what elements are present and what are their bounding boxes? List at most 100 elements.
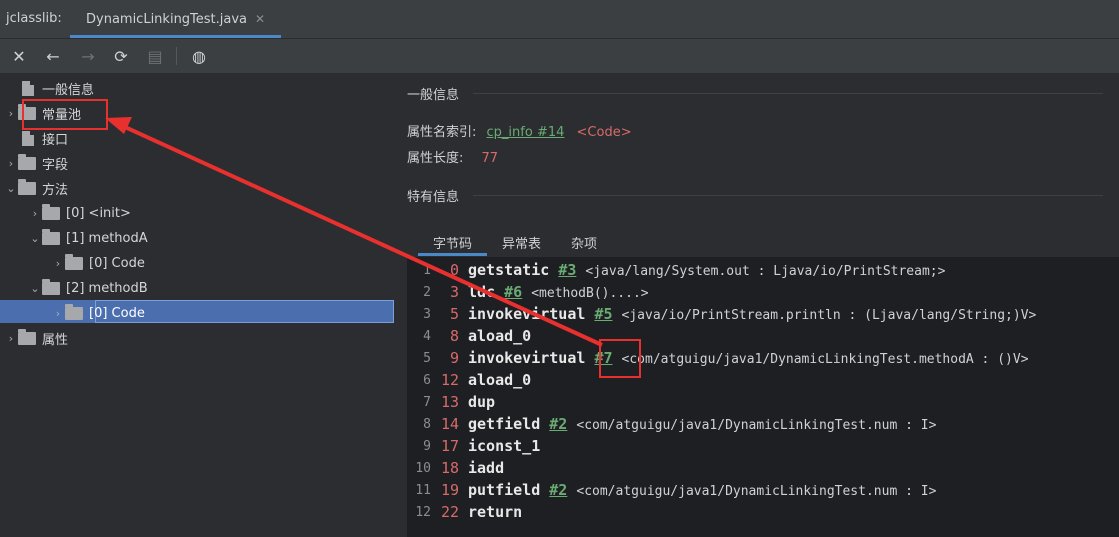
toolbar: ✕ ← → ⟳ ▤ ◍ — [0, 39, 1119, 74]
bytecode-offset: 18 — [440, 459, 459, 477]
bytecode-offset: 14 — [440, 415, 459, 433]
section-specific-info: 特有信息 — [407, 186, 1103, 205]
forward-arrow-icon[interactable]: → — [77, 45, 99, 67]
expand-arrow-icon[interactable]: › — [51, 257, 65, 270]
bytecode-instruction: getfield #2 <com/atguigu/java1/DynamicLi… — [468, 415, 936, 433]
tree-node-method-init[interactable]: › [0] <init> — [28, 202, 131, 224]
constant-pool-ref-link[interactable]: #6 — [504, 283, 522, 301]
collapse-arrow-icon[interactable]: ⌄ — [28, 232, 42, 245]
save-icon[interactable]: ▤ — [144, 45, 166, 67]
tree-node-fields[interactable]: › 字段 — [4, 152, 68, 174]
line-number: 11 — [415, 483, 431, 498]
expand-arrow-icon[interactable]: › — [4, 107, 18, 120]
bytecode-offset: 19 — [440, 481, 459, 499]
expand-arrow-icon[interactable]: › — [28, 207, 42, 220]
tree-node-method-a-code[interactable]: › [0] Code — [51, 252, 145, 274]
attribute-length-value: 77 — [481, 151, 499, 166]
bytecode-instruction: ldc #6 <methodB()....> — [468, 283, 649, 301]
tree-node-interfaces[interactable]: 接口 — [4, 127, 68, 149]
folder-icon — [42, 203, 60, 220]
opcode: iadd — [468, 459, 505, 477]
bytecode-instruction: invokevirtual #7 <com/atguigu/java1/Dyna… — [468, 349, 1029, 367]
bytecode-offset: 3 — [449, 283, 459, 301]
bytecode-instruction: invokevirtual #5 <java/io/PrintStream.pr… — [468, 305, 1036, 323]
bytecode-offset: 22 — [440, 503, 459, 521]
annotation-box-ref-7 — [599, 339, 641, 378]
opcode: getstatic — [468, 261, 550, 279]
tree-node-method-a[interactable]: ⌄ [1] methodA — [28, 227, 148, 249]
toolbar-separator — [176, 47, 177, 65]
opcode: aload_0 — [468, 371, 532, 389]
close-icon[interactable]: ✕ — [255, 12, 265, 26]
bytecode-offset: 17 — [440, 437, 459, 455]
tree-node-method-b[interactable]: ⌄ [2] methodB — [28, 277, 148, 299]
constant-pool-ref-link[interactable]: #3 — [558, 261, 576, 279]
line-number: 6 — [423, 373, 431, 388]
collapse-arrow-icon[interactable]: ⌄ — [4, 182, 18, 195]
folder-icon — [18, 178, 36, 195]
tree-node-method-b-code[interactable]: › [0] Code — [51, 302, 145, 324]
ref-comment: <methodB()....> — [531, 286, 649, 301]
opcode: ldc — [468, 283, 496, 301]
line-number: 9 — [423, 439, 431, 454]
bytecode-offset: 0 — [449, 261, 459, 279]
folder-icon — [65, 303, 83, 320]
file-icon — [22, 130, 34, 146]
folder-icon — [18, 328, 36, 345]
constant-pool-ref-link[interactable]: #2 — [549, 415, 567, 433]
bytecode-offset: 8 — [449, 327, 459, 345]
section-general-info: 一般信息 — [407, 84, 1103, 103]
opcode: invokevirtual — [468, 305, 586, 323]
close-icon[interactable]: ✕ — [8, 45, 30, 67]
ref-comment: <java/lang/System.out : Ljava/io/PrintSt… — [585, 264, 946, 279]
opcode: return — [468, 503, 523, 521]
refresh-icon[interactable]: ⟳ — [110, 45, 132, 67]
line-number: 5 — [423, 351, 431, 366]
expand-arrow-icon[interactable]: › — [4, 157, 18, 170]
folder-icon — [42, 228, 60, 245]
folder-icon — [18, 153, 36, 170]
bytecode-instruction: getstatic #3 <java/lang/System.out : Lja… — [468, 261, 945, 279]
web-globe-icon[interactable]: ◍ — [188, 45, 210, 67]
collapse-arrow-icon[interactable]: ⌄ — [28, 282, 42, 295]
line-number: 7 — [423, 395, 431, 410]
expand-arrow-icon[interactable]: › — [4, 332, 18, 345]
folder-icon — [65, 253, 83, 270]
bytecode-instruction: iconst_1 — [468, 437, 540, 455]
attribute-name-index-row: 属性名索引: cp_info #14 <Code> — [407, 125, 632, 140]
opcode: putfield — [468, 481, 541, 499]
line-number: 3 — [423, 307, 431, 322]
tab-bar: jclasslib: DynamicLinkingTest.java ✕ — [0, 0, 1119, 39]
bytecode-instruction: aload_0 — [468, 371, 531, 389]
opcode: iconst_1 — [468, 437, 541, 455]
tab-dynamic-linking-test[interactable]: DynamicLinkingTest.java ✕ — [70, 0, 282, 38]
bytecode-instruction: aload_0 — [468, 327, 531, 345]
file-icon — [22, 80, 34, 96]
class-structure-tree: 一般信息 › 常量池 接口 › 字段 ⌄ 方法 › [0] <init> ⌄ [… — [0, 74, 400, 537]
back-arrow-icon[interactable]: ← — [42, 45, 64, 67]
bytecode-offset: 13 — [440, 393, 459, 411]
expand-arrow-icon[interactable]: › — [51, 307, 65, 320]
opcode: invokevirtual — [468, 349, 586, 367]
ref-comment: <com/atguigu/java1/DynamicLinkingTest.nu… — [576, 484, 937, 499]
bytecode-listing: 1 0 getstatic #3 <java/lang/System.out : L… — [407, 257, 1119, 537]
opcode: dup — [468, 393, 496, 411]
cp-info-link[interactable]: cp_info #14 — [487, 125, 565, 140]
bytecode-subtabs: 字节码 异常表 杂项 — [418, 228, 612, 256]
tree-node-attributes[interactable]: › 属性 — [4, 327, 68, 349]
tab-exception-table[interactable]: 异常表 — [487, 228, 556, 256]
constant-pool-ref-link[interactable]: #5 — [594, 305, 612, 323]
app-label: jclasslib: — [6, 11, 62, 26]
tab-bytecode[interactable]: 字节码 — [418, 228, 488, 256]
tree-node-general-info[interactable]: 一般信息 — [4, 77, 94, 99]
folder-icon — [42, 278, 60, 295]
tab-misc[interactable]: 杂项 — [556, 228, 612, 256]
line-number: 8 — [423, 417, 431, 432]
ref-comment: <com/atguigu/java1/DynamicLinkingTest.me… — [621, 352, 1029, 367]
tree-node-methods[interactable]: ⌄ 方法 — [4, 177, 68, 199]
constant-pool-ref-link[interactable]: #2 — [549, 481, 567, 499]
line-number: 2 — [423, 285, 431, 300]
opcode: aload_0 — [468, 327, 532, 345]
detail-panel: 一般信息 属性名索引: cp_info #14 <Code> 属性长度: 77 … — [400, 74, 1119, 537]
annotation-box-constant-pool — [22, 99, 108, 130]
